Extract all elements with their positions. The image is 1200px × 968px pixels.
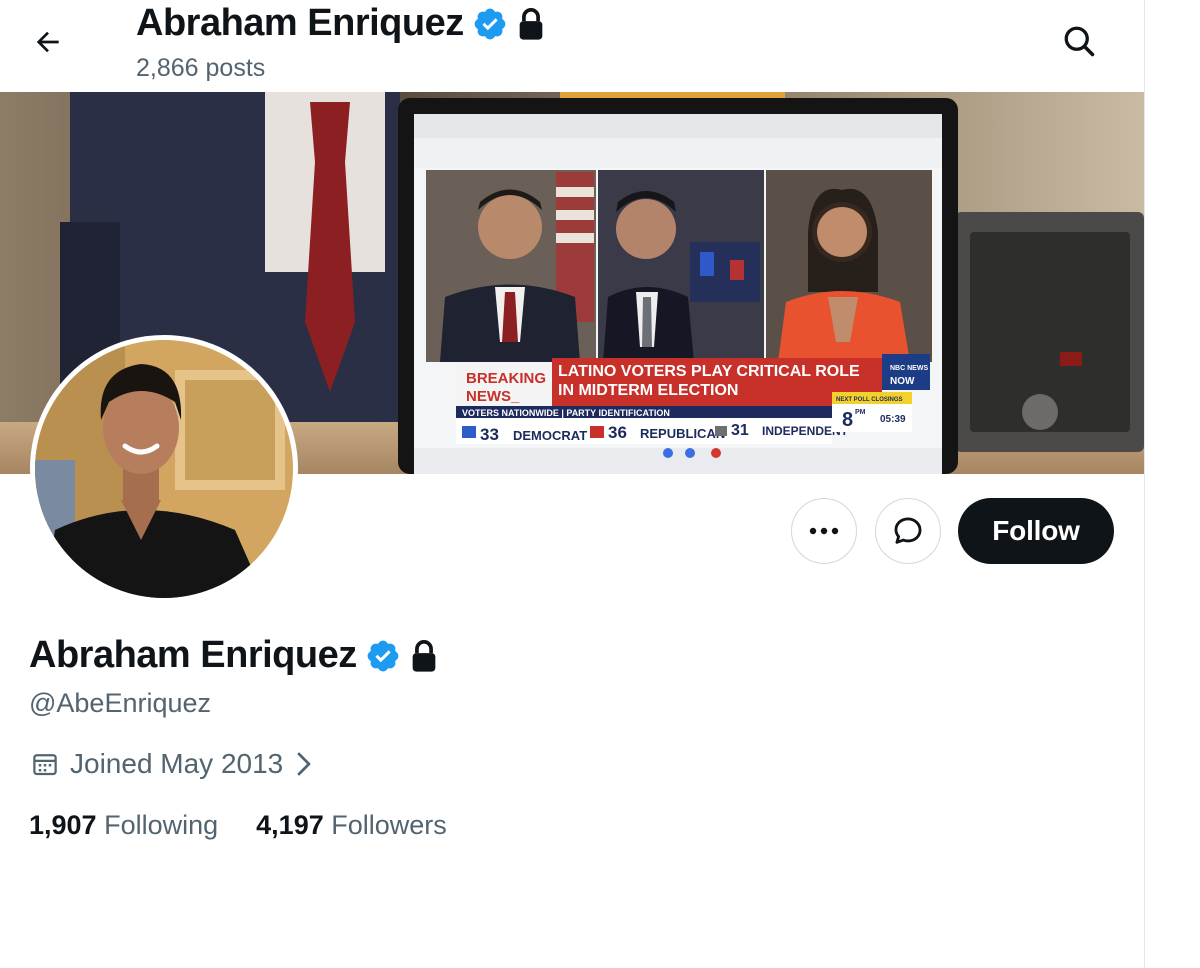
search-button[interactable] <box>1056 18 1102 64</box>
following-label: Following <box>104 810 219 840</box>
banner-breaking-line1: BREAKING <box>466 370 546 387</box>
banner-poll-pct-3: 31 <box>731 422 749 439</box>
header-display-name: Abraham Enriquez <box>136 2 464 44</box>
banner-subbar: VOTERS NATIONWIDE | PARTY IDENTIFICATION <box>462 408 670 418</box>
followers-link[interactable]: 4,197 Followers <box>256 810 447 841</box>
banner-network-top: NBC NEWS <box>890 365 928 372</box>
banner-poll-pct-2: 36 <box>608 423 627 442</box>
chevron-right-icon <box>297 752 311 776</box>
verified-badge-icon <box>367 640 399 671</box>
following-count: 1,907 <box>29 810 97 840</box>
banner-clock: 05:39 <box>880 414 906 425</box>
display-name: Abraham Enriquez <box>29 634 357 676</box>
banner-breaking-line2: NEWS_ <box>466 388 520 405</box>
search-icon <box>1064 26 1095 57</box>
banner-poll-label-2: REPUBLICAN <box>640 426 725 441</box>
follow-button[interactable]: Follow <box>958 498 1114 564</box>
more-dots-icon <box>809 527 839 535</box>
more-options-button[interactable] <box>791 498 857 564</box>
banner-next-time-sup: PM <box>855 409 866 416</box>
verified-badge-icon <box>474 8 506 39</box>
header-name-row: Abraham Enriquez <box>136 2 546 45</box>
banner-headline-line1: LATINO VOTERS PLAY CRITICAL ROLE <box>558 363 860 380</box>
lock-icon <box>519 7 543 40</box>
header-post-count: 2,866 posts <box>136 54 266 82</box>
banner-next-time: 8 <box>842 409 853 431</box>
banner-poll-label-1: DEMOCRAT <box>513 428 587 443</box>
banner-next-poll: NEXT POLL CLOSINGS <box>836 397 903 403</box>
followers-label: Followers <box>331 810 447 840</box>
right-gutter <box>1144 0 1200 968</box>
banner-headline-line2: IN MIDTERM ELECTION <box>558 382 738 399</box>
following-link[interactable]: 1,907 Following <box>29 810 218 841</box>
user-handle: @AbeEnriquez <box>29 688 212 718</box>
banner-network-bottom: NOW <box>890 376 915 387</box>
back-button[interactable] <box>26 20 70 64</box>
arrow-left-icon <box>36 31 59 53</box>
message-button[interactable] <box>875 498 941 564</box>
joined-date-row[interactable]: Joined May 2013 <box>30 748 315 780</box>
lock-icon <box>412 639 436 672</box>
calendar-icon <box>33 754 57 776</box>
profile-name-row: Abraham Enriquez <box>29 634 439 677</box>
profile-header-bar: Abraham Enriquez 2,866 posts <box>0 0 1144 92</box>
avatar-image <box>35 340 293 598</box>
chat-bubble-icon <box>894 517 922 544</box>
profile-avatar[interactable] <box>30 335 298 603</box>
followers-count: 4,197 <box>256 810 324 840</box>
banner-poll-pct-1: 33 <box>480 425 499 444</box>
follow-stats: 1,907 Following 4,197 Followers <box>29 810 447 841</box>
joined-date-text: Joined May 2013 <box>70 748 284 779</box>
